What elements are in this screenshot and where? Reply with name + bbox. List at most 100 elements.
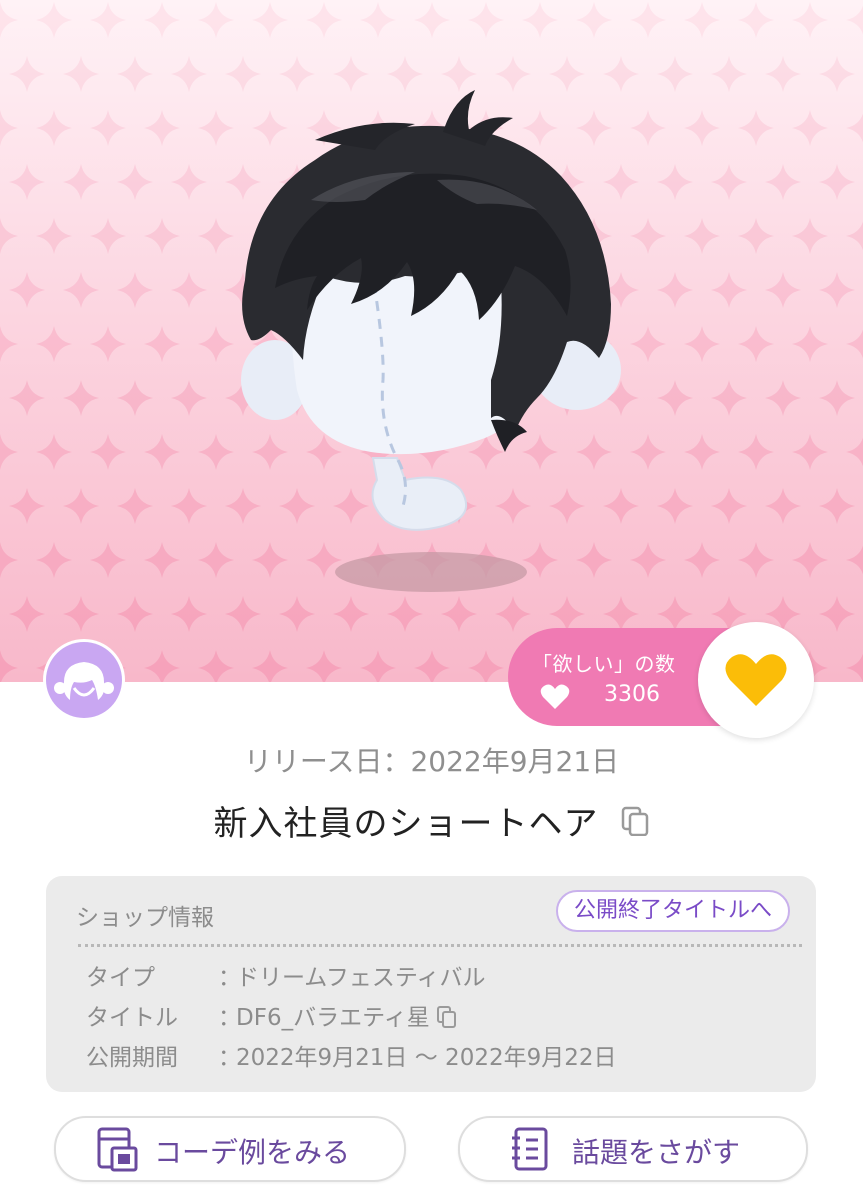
- sparkle-shape: [360, 2, 396, 38]
- shop-info-heading: ショップ情報: [76, 905, 214, 931]
- sparkle-shape: [684, 218, 720, 254]
- sparkle-shape: [765, 272, 801, 308]
- sparkle-shape: [279, 596, 315, 632]
- divider: [78, 944, 802, 947]
- sparkle-shape: [171, 596, 207, 632]
- item-preview-area: [0, 0, 863, 682]
- hair-item-image: [241, 90, 621, 592]
- copy-icon[interactable]: [436, 1006, 458, 1028]
- sparkle-shape: [846, 329, 863, 359]
- find-topics-label: 話題をさがす: [572, 1136, 741, 1169]
- sparkle-shape: [360, 650, 396, 682]
- notebook-icon: [512, 1127, 548, 1171]
- sparkle-shape: [657, 380, 693, 416]
- hair-category-icon: [54, 662, 114, 700]
- sparkle-shape: [414, 2, 450, 38]
- sparkle-shape: [9, 596, 45, 632]
- sparkle-shape: [117, 56, 153, 92]
- wishlist-heart-button[interactable]: [698, 622, 814, 738]
- sparkle-shape: [549, 596, 585, 632]
- sparkle-shape: [846, 5, 863, 35]
- sparkle-shape: [117, 596, 153, 632]
- sparkle-shape: [657, 488, 693, 524]
- sparkle-shape: [711, 164, 747, 200]
- info-row-title: タイトル ：DF6_バラエティ星: [86, 998, 458, 1032]
- sparkle-shape: [306, 650, 342, 682]
- sparkle-shape: [0, 2, 18, 38]
- heart-icon: [725, 654, 787, 706]
- info-colon: ：: [218, 1005, 241, 1031]
- sparkle-shape: [144, 110, 180, 146]
- sparkle-shape: [90, 218, 126, 254]
- sparkle-shape: [198, 650, 234, 682]
- copy-icon[interactable]: [620, 806, 650, 836]
- release-date: リリース日：2022年9月21日: [243, 745, 620, 778]
- sparkle-shape: [63, 488, 99, 524]
- sparkle-shape: [711, 488, 747, 524]
- sparkle-shape: [9, 380, 45, 416]
- sparkle-shape: [819, 164, 855, 200]
- info-key: タイトル: [86, 1005, 178, 1031]
- sparkle-shape: [63, 272, 99, 308]
- sparkle-shape: [144, 650, 180, 682]
- sparkle-shape: [603, 596, 639, 632]
- sparkle-shape: [792, 434, 828, 470]
- sparkle-shape: [819, 380, 855, 416]
- info-key: タイプ: [86, 965, 155, 991]
- sparkle-shape: [468, 650, 504, 682]
- sparkle-shape: [117, 272, 153, 308]
- sparkle-shape: [171, 272, 207, 308]
- sparkle-shape: [0, 650, 18, 682]
- item-title: 新入社員のショートヘア: [213, 804, 599, 844]
- info-key: 公開期間: [86, 1045, 178, 1071]
- sparkle-shape: [819, 488, 855, 524]
- sparkle-shape: [36, 326, 72, 362]
- sparkle-shape: [765, 164, 801, 200]
- item-title-row: 新入社員のショートヘア: [0, 796, 863, 845]
- sparkle-shape: [9, 488, 45, 524]
- sparkle-shape: [144, 326, 180, 362]
- sparkle-shape: [819, 596, 855, 632]
- sparkle-shape: [711, 380, 747, 416]
- sparkle-shape: [0, 542, 18, 578]
- sparkle-shape: [0, 110, 18, 146]
- heart-icon: [540, 684, 570, 709]
- sparkle-shape: [657, 164, 693, 200]
- sparkle-shape: [63, 380, 99, 416]
- sparkle-shape: [414, 650, 450, 682]
- sparkle-shape: [252, 650, 288, 682]
- sparkle-shape: [738, 2, 774, 38]
- sparkle-shape: [468, 2, 504, 38]
- shop-info-card: ショップ情報 公開終了タイトルへ タイプ ：ドリームフェスティバル タイトル ：DF…: [46, 876, 816, 1092]
- sparkle-shape: [738, 434, 774, 470]
- sparkle-shape: [144, 542, 180, 578]
- view-coordinate-examples-button[interactable]: コーデ例をみる: [54, 1116, 406, 1182]
- sparkle-shape: [846, 221, 863, 251]
- sparkle-shape: [36, 218, 72, 254]
- info-value: ドリームフェスティバル: [236, 965, 486, 991]
- sparkle-shape: [738, 110, 774, 146]
- sparkle-shape: [684, 326, 720, 362]
- sparkle-shape: [684, 542, 720, 578]
- sparkle-shape: [738, 218, 774, 254]
- view-coordinate-examples-label: コーデ例をみる: [154, 1136, 351, 1169]
- sparkle-shape: [171, 488, 207, 524]
- sparkle-shape: [36, 434, 72, 470]
- sparkle-shape: [225, 596, 261, 632]
- sparkle-shape: [90, 542, 126, 578]
- info-colon: ：: [218, 965, 241, 991]
- ended-titles-button[interactable]: 公開終了タイトルへ: [555, 890, 790, 932]
- sparkle-shape: [684, 2, 720, 38]
- sparkle-shape: [0, 218, 18, 254]
- sparkle-shape: [846, 113, 863, 143]
- sparkle-shape: [90, 110, 126, 146]
- sparkle-shape: [306, 2, 342, 38]
- find-topics-button[interactable]: 話題をさがす: [458, 1116, 808, 1182]
- sparkle-shape: [198, 2, 234, 38]
- sparkle-shape: [36, 110, 72, 146]
- sparkle-shape: [792, 218, 828, 254]
- info-row-period: 公開期間 ：2022年9月21日 ～ 2022年9月22日: [86, 1038, 617, 1072]
- info-colon: ：: [218, 1045, 241, 1071]
- sparkle-shape: [657, 56, 693, 92]
- sparkle-shape: [9, 164, 45, 200]
